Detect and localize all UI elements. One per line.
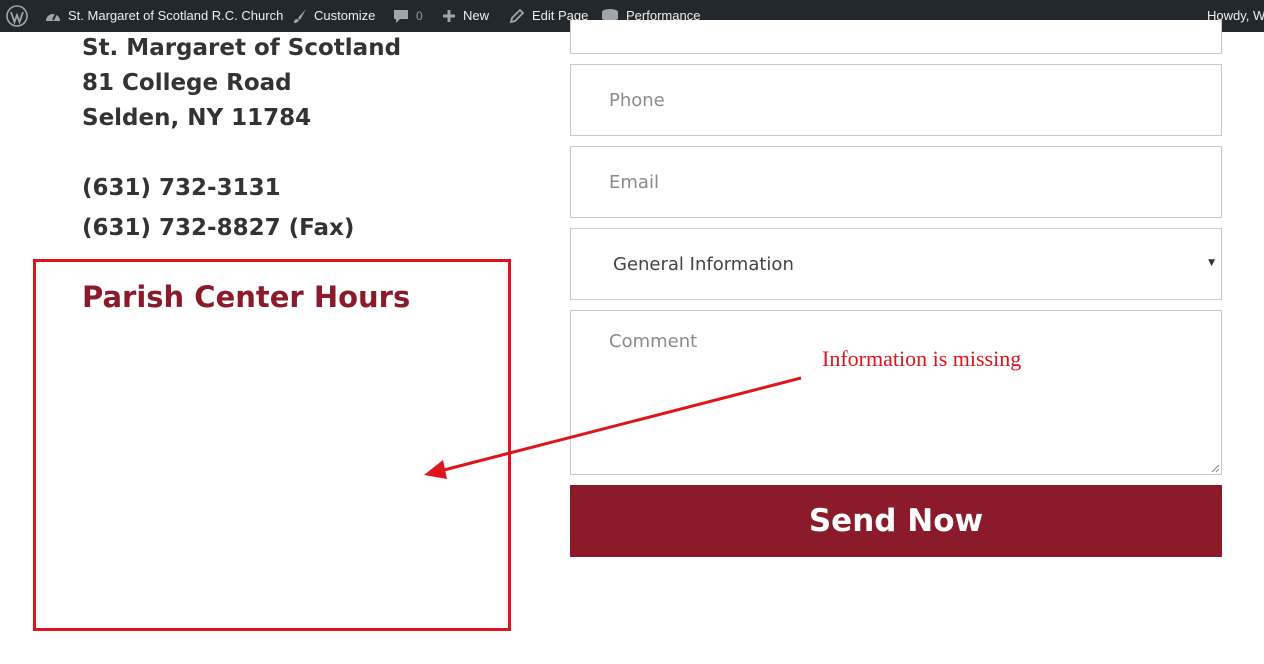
pencil-icon [509, 8, 525, 24]
phone-placeholder: Phone [609, 90, 665, 111]
name-field[interactable] [570, 20, 1222, 54]
comment-bubble-icon [393, 8, 409, 24]
customize-link[interactable]: Customize [292, 0, 375, 32]
address-line-2: 81 College Road [82, 70, 292, 96]
paintbrush-icon [292, 8, 308, 24]
fax-number: (631) 732-8827 (Fax) [82, 215, 355, 241]
new-label: New [463, 8, 490, 23]
address-line-3: Selden, NY 11784 [82, 105, 312, 131]
comment-textarea[interactable]: Comment [570, 310, 1222, 475]
comment-placeholder: Comment [609, 331, 698, 352]
caret-down-icon: ▼ [1208, 258, 1215, 268]
address-line-1: St. Margaret of Scotland [82, 35, 402, 61]
resize-grip-icon[interactable] [1211, 464, 1220, 473]
address-block: St. Margaret of Scotland 81 College Road… [82, 31, 401, 136]
subject-select[interactable]: General Information ▼ [570, 228, 1222, 300]
email-placeholder: Email [609, 172, 659, 193]
wordpress-icon [6, 5, 28, 27]
phone-block: (631) 732-3131 (631) 732-8827 (Fax) [82, 170, 354, 250]
email-field[interactable]: Email [570, 146, 1222, 218]
comments-link[interactable]: 0 [393, 0, 423, 32]
annotation-text: Information is missing [822, 346, 1022, 371]
customize-label: Customize [314, 8, 376, 23]
site-name-label: St. Margaret of Scotland R.C. Church [68, 8, 284, 23]
parish-center-hours-heading: Parish Center Hours [82, 280, 411, 314]
plus-icon [442, 9, 456, 23]
comments-count: 0 [416, 9, 423, 23]
send-now-button[interactable]: Send Now [570, 485, 1222, 557]
site-name-link[interactable]: St. Margaret of Scotland R.C. Church [44, 0, 283, 32]
phone-number: (631) 732-3131 [82, 175, 281, 201]
subject-selected-value: General Information [613, 254, 794, 275]
dashboard-icon [44, 8, 62, 24]
phone-field[interactable]: Phone [570, 64, 1222, 136]
new-content-link[interactable]: New [442, 0, 489, 32]
wordpress-menu[interactable] [6, 0, 28, 32]
highlight-box [33, 259, 511, 631]
